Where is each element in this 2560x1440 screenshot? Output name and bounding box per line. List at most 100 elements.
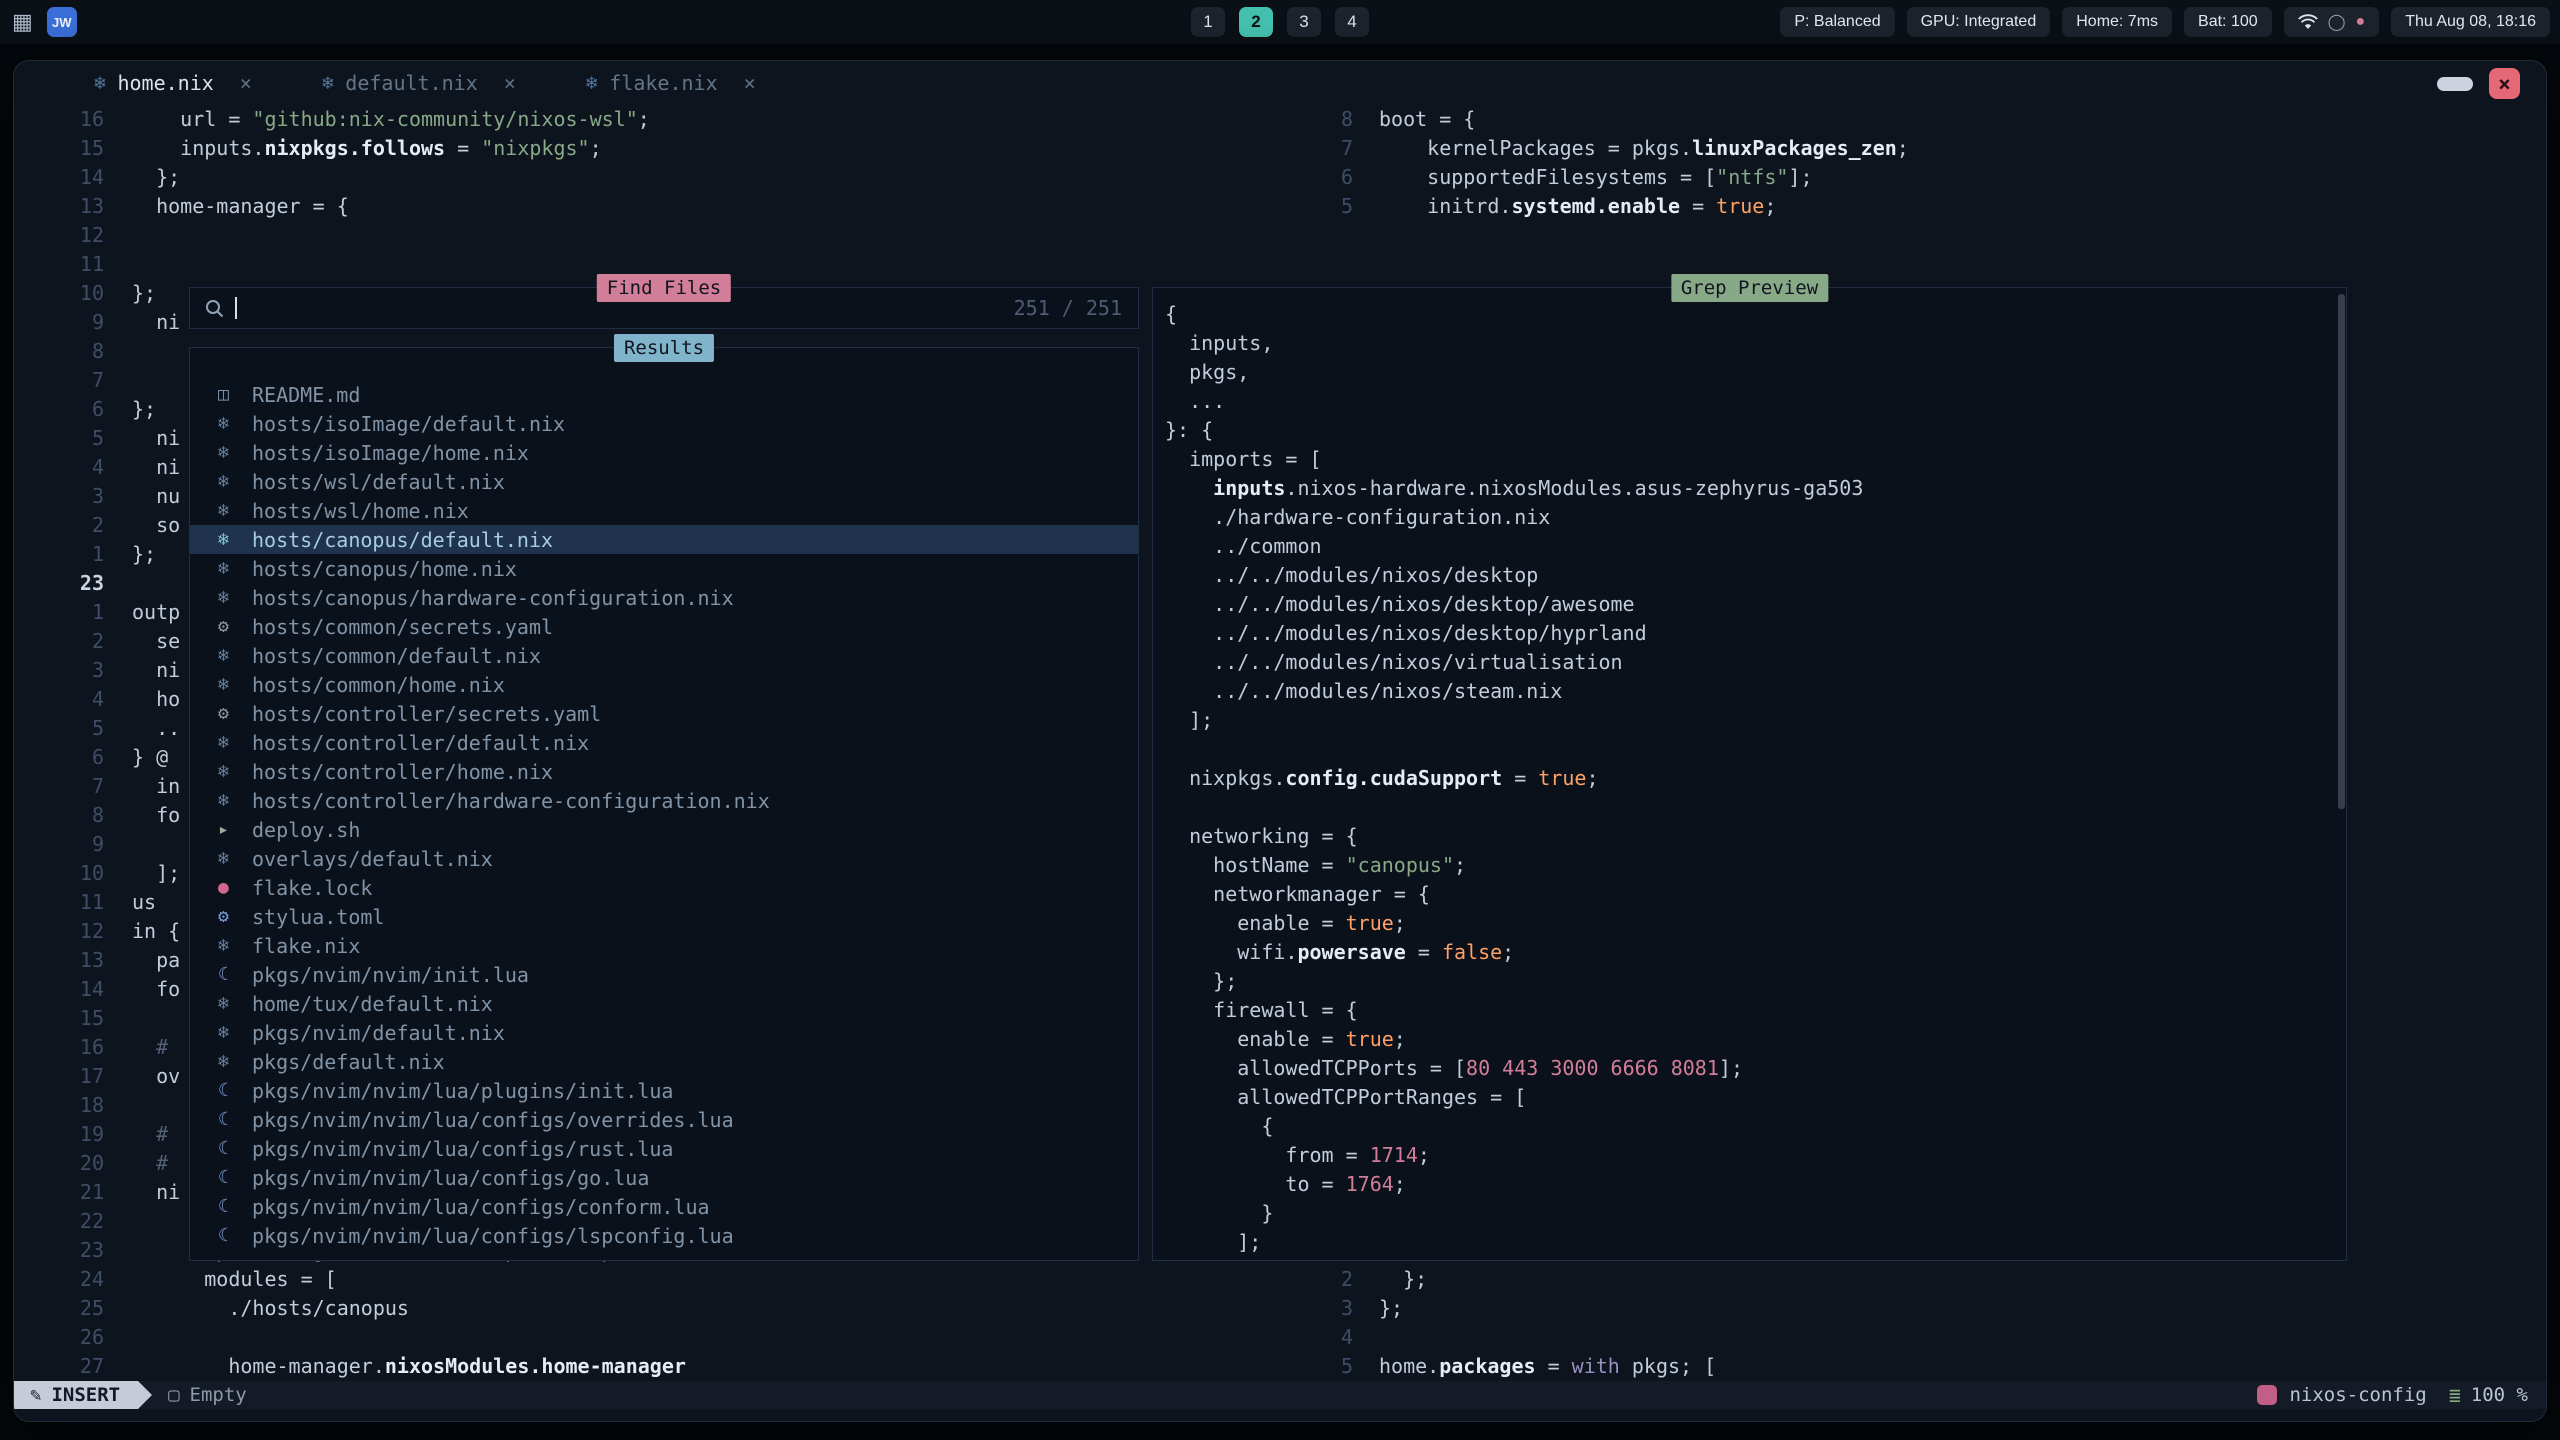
result-item[interactable]: ❄pkgs/nvim/default.nix [190, 1018, 1138, 1047]
workspace-4[interactable]: 4 [1335, 7, 1369, 37]
code-line [1165, 735, 2346, 764]
result-item[interactable]: ◫README.md [190, 380, 1138, 409]
code-line: { [1165, 300, 2346, 329]
result-item[interactable]: ❄flake.nix [190, 931, 1138, 960]
result-item[interactable]: ▸deploy.sh [190, 815, 1138, 844]
result-item[interactable]: ⚙hosts/controller/secrets.yaml [190, 699, 1138, 728]
result-item[interactable]: ❄hosts/controller/hardware-configuration… [190, 786, 1138, 815]
code-line: hostName = "canopus"; [1165, 851, 2346, 880]
app-launcher-icon[interactable]: ▦ [12, 0, 33, 44]
code-line: imports = [ [1165, 445, 2346, 474]
result-item[interactable]: ⚙hosts/common/secrets.yaml [190, 612, 1138, 641]
line-number: 3 [14, 482, 104, 511]
line-number: 15 [14, 134, 104, 163]
window-controls: × [2437, 68, 2520, 99]
result-item[interactable]: ●flake.lock [190, 873, 1138, 902]
line-number: 16 [14, 105, 104, 134]
workspace-1[interactable]: 1 [1191, 7, 1225, 37]
logo-badge[interactable]: JW [47, 7, 77, 37]
nix-icon: ❄ [218, 935, 252, 956]
result-filename: flake.nix [252, 934, 360, 958]
result-item[interactable]: ❄hosts/canopus/home.nix [190, 554, 1138, 583]
line-number: 8 [14, 801, 104, 830]
result-item[interactable]: ☾pkgs/nvim/nvim/lua/plugins/init.lua [190, 1076, 1138, 1105]
result-filename: home/tux/default.nix [252, 992, 493, 1016]
line-number: 16 [14, 1033, 104, 1062]
command-line[interactable] [14, 1409, 2546, 1422]
code-line: allowedTCPPortRanges = [ [1165, 1083, 2346, 1112]
minimize-pill-button[interactable] [2437, 77, 2473, 91]
editor-area[interactable]: 16 url = "github:nix-community/nixos-wsl… [14, 105, 2546, 1381]
result-item[interactable]: ❄hosts/canopus/default.nix [190, 525, 1138, 554]
buffer-label: Empty [190, 1384, 247, 1406]
code-line: ]; [1165, 706, 2346, 735]
result-item[interactable]: ☾pkgs/nvim/nvim/init.lua [190, 960, 1138, 989]
result-item[interactable]: ❄home/tux/default.nix [190, 989, 1138, 1018]
markdown-icon: ◫ [218, 384, 252, 405]
result-filename: hosts/controller/home.nix [252, 760, 553, 784]
result-filename: hosts/wsl/home.nix [252, 499, 469, 523]
result-item[interactable]: ⚙stylua.toml [190, 902, 1138, 931]
result-item[interactable]: ❄pkgs/default.nix [190, 1047, 1138, 1076]
tab-flake.nix[interactable]: ❄flake.nix× [586, 71, 784, 95]
result-item[interactable]: ❄hosts/canopus/hardware-configuration.ni… [190, 583, 1138, 612]
bar-module: GPU: Integrated [1907, 7, 2051, 37]
result-item[interactable]: ❄hosts/controller/home.nix [190, 757, 1138, 786]
result-item[interactable]: ☾pkgs/nvim/nvim/lua/configs/go.lua [190, 1163, 1138, 1192]
line-number: 6 [1311, 163, 1353, 192]
buffer-icon: ▢ [168, 1384, 179, 1406]
workspace-switcher: 1234 [1191, 7, 1369, 37]
bar-left-cluster: ▦ JW [12, 0, 77, 44]
preview-title: Grep Preview [1671, 274, 1828, 302]
result-filename: pkgs/nvim/nvim/lua/configs/lspconfig.lua [252, 1224, 734, 1248]
lua-icon: ☾ [218, 1138, 252, 1159]
tab-label: home.nix [117, 71, 213, 95]
result-item[interactable]: ☾pkgs/nvim/nvim/lua/configs/overrides.lu… [190, 1105, 1138, 1134]
window-close-button[interactable]: × [2489, 68, 2520, 99]
code-line: networkmanager = { [1165, 880, 2346, 909]
tab-close-icon[interactable]: × [504, 71, 516, 95]
nix-icon: ❄ [218, 732, 252, 753]
result-item[interactable]: ❄hosts/isoImage/home.nix [190, 438, 1138, 467]
tab-default.nix[interactable]: ❄default.nix× [322, 71, 544, 95]
code-line: 13 home-manager = { [14, 192, 794, 221]
code-line: firewall = { [1165, 996, 2346, 1025]
code-line: 5 initrd.systemd.enable = true; [1311, 192, 1909, 221]
code-line: 3}; [1311, 1294, 1716, 1323]
result-item[interactable]: ❄hosts/common/default.nix [190, 641, 1138, 670]
scroll-progress: 100 % [2471, 1384, 2528, 1406]
tab-close-icon[interactable]: × [240, 71, 252, 95]
workspace-3[interactable]: 3 [1287, 7, 1321, 37]
result-filename: pkgs/nvim/nvim/lua/configs/conform.lua [252, 1195, 710, 1219]
result-item[interactable]: ☾pkgs/nvim/nvim/lua/configs/rust.lua [190, 1134, 1138, 1163]
preview-scrollbar[interactable] [2338, 294, 2345, 809]
nix-icon: ❄ [218, 993, 252, 1014]
result-item[interactable]: ❄hosts/controller/default.nix [190, 728, 1138, 757]
tab-home.nix[interactable]: ❄home.nix× [94, 71, 280, 95]
system-tray[interactable]: ◯ ● [2284, 7, 2380, 37]
line-number: 2 [14, 627, 104, 656]
result-filename: pkgs/default.nix [252, 1050, 445, 1074]
result-item[interactable]: ❄hosts/common/home.nix [190, 670, 1138, 699]
code-line: 4 [1311, 1323, 1716, 1352]
result-filename: hosts/controller/secrets.yaml [252, 702, 601, 726]
line-number: 7 [14, 366, 104, 395]
line-number: 4 [1311, 1323, 1353, 1352]
result-filename: hosts/canopus/hardware-configuration.nix [252, 586, 734, 610]
result-item[interactable]: ☾pkgs/nvim/nvim/lua/configs/conform.lua [190, 1192, 1138, 1221]
result-item[interactable]: ❄hosts/wsl/home.nix [190, 496, 1138, 525]
code-line: 26 [14, 1323, 794, 1352]
code-line: 12 [14, 221, 794, 250]
right-split-top[interactable]: 8boot = {7 kernelPackages = pkgs.linuxPa… [1311, 105, 1909, 221]
result-item[interactable]: ❄hosts/isoImage/default.nix [190, 409, 1138, 438]
result-item[interactable]: ☾pkgs/nvim/nvim/lua/configs/lspconfig.lu… [190, 1221, 1138, 1250]
tab-close-icon[interactable]: × [744, 71, 756, 95]
lua-icon: ☾ [218, 964, 252, 985]
nix-icon: ❄ [218, 645, 252, 666]
line-number: 8 [14, 337, 104, 366]
line-number: 17 [14, 1062, 104, 1091]
line-number: 7 [14, 772, 104, 801]
result-item[interactable]: ❄hosts/wsl/default.nix [190, 467, 1138, 496]
workspace-2[interactable]: 2 [1239, 7, 1273, 37]
result-item[interactable]: ❄overlays/default.nix [190, 844, 1138, 873]
